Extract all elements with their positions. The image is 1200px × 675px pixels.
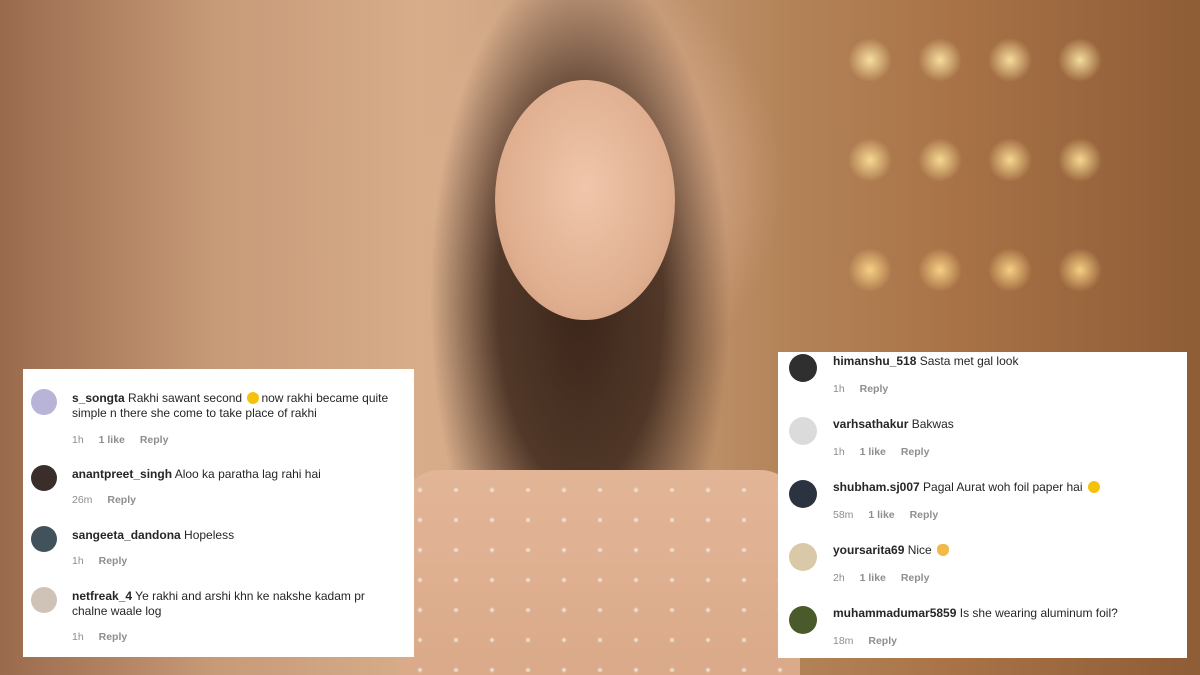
comment-body: Bakwas xyxy=(911,417,954,431)
comment-username[interactable]: himanshu_518 xyxy=(833,354,916,368)
comment-text: yoursarita69 Nice xyxy=(833,543,1165,558)
comment-text: netfreak_4 Ye rakhi and arshi khn ke nak… xyxy=(72,589,392,619)
reply-button[interactable]: Reply xyxy=(868,635,897,647)
reply-button[interactable]: Reply xyxy=(99,555,128,567)
comment-text: himanshu_518 Sasta met gal look xyxy=(833,354,1165,369)
comment-time: 1h xyxy=(72,555,84,567)
avatar[interactable] xyxy=(789,606,817,634)
reply-button[interactable]: Reply xyxy=(140,434,169,446)
comment-meta: 1h 1 like Reply xyxy=(72,434,180,446)
comment-meta: 18m Reply xyxy=(833,635,909,647)
comment-time: 2h xyxy=(833,572,845,584)
comment-meta: 26m Reply xyxy=(72,494,148,506)
comment-username[interactable]: sangeeta_dandona xyxy=(72,528,181,542)
comment-body: Rakhi sawant second xyxy=(128,391,246,405)
reply-button[interactable]: Reply xyxy=(860,383,889,395)
comment-username[interactable]: varhsathakur xyxy=(833,417,908,431)
comment-meta: 1h Reply xyxy=(72,631,139,643)
comment-time: 1h xyxy=(72,631,84,643)
reply-button[interactable]: Reply xyxy=(901,446,930,458)
comment-username[interactable]: s_songta xyxy=(72,391,125,405)
laughing-face-icon xyxy=(247,392,260,404)
bokeh-lights xyxy=(830,20,1160,360)
comment-text: muhammadumar5859 Is she wearing aluminum… xyxy=(833,606,1165,621)
comment-meta: 2h 1 like Reply xyxy=(833,572,941,584)
avatar[interactable] xyxy=(789,354,817,382)
comment-time: 1h xyxy=(833,446,845,458)
comment-username[interactable]: muhammadumar5859 xyxy=(833,606,956,620)
comment-text: varhsathakur Bakwas xyxy=(833,417,1165,432)
comment-likes[interactable]: 1 like xyxy=(860,446,886,458)
comment-likes[interactable]: 1 like xyxy=(99,434,125,446)
laughing-face-icon xyxy=(1087,481,1100,493)
comment-username[interactable]: shubham.sj007 xyxy=(833,480,920,494)
avatar[interactable] xyxy=(31,526,57,552)
comment-time: 1h xyxy=(833,383,845,395)
comment-text: sangeeta_dandona Hopeless xyxy=(72,528,392,543)
comment-time: 1h xyxy=(72,434,84,446)
avatar[interactable] xyxy=(31,465,57,491)
comment-username[interactable]: yoursarita69 xyxy=(833,543,904,557)
reply-button[interactable]: Reply xyxy=(901,572,930,584)
comment-text: s_songta Rakhi sawant second now rakhi b… xyxy=(72,391,392,421)
comment-text: anantpreet_singh Aloo ka paratha lag rah… xyxy=(72,467,392,482)
avatar[interactable] xyxy=(31,587,57,613)
comment-body: Sasta met gal look xyxy=(919,354,1019,368)
face xyxy=(495,80,675,320)
comment-body: Nice xyxy=(907,543,932,557)
comment-meta: 58m 1 like Reply xyxy=(833,509,950,521)
comment-time: 18m xyxy=(833,635,854,647)
comment-body: Aloo ka paratha lag rahi hai xyxy=(174,467,321,481)
sequin-dress xyxy=(400,470,800,675)
comment-text: shubham.sj007 Pagal Aurat woh foil paper… xyxy=(833,480,1165,495)
comment-likes[interactable]: 1 like xyxy=(860,572,886,584)
avatar[interactable] xyxy=(31,389,57,415)
comment-meta: 1h Reply xyxy=(833,383,900,395)
comment-time: 58m xyxy=(833,509,854,521)
ok-hand-icon xyxy=(937,544,950,556)
comment-meta: 1h Reply xyxy=(72,555,139,567)
comment-body: Is she wearing aluminum foil? xyxy=(959,606,1118,620)
comments-panel-left: s_songta Rakhi sawant second now rakhi b… xyxy=(23,369,414,657)
comment-body: Hopeless xyxy=(184,528,235,542)
comment-likes[interactable]: 1 like xyxy=(868,509,894,521)
avatar[interactable] xyxy=(789,543,817,571)
comments-panel-right: himanshu_518 Sasta met gal look 1h Reply… xyxy=(778,352,1187,658)
comment-username[interactable]: anantpreet_singh xyxy=(72,467,172,481)
reply-button[interactable]: Reply xyxy=(99,631,128,643)
comment-time: 26m xyxy=(72,494,93,506)
comment-body: Pagal Aurat woh foil paper hai xyxy=(923,480,1083,494)
avatar[interactable] xyxy=(789,480,817,508)
reply-button[interactable]: Reply xyxy=(910,509,939,521)
comment-username[interactable]: netfreak_4 xyxy=(72,589,132,603)
reply-button[interactable]: Reply xyxy=(107,494,136,506)
comment-meta: 1h 1 like Reply xyxy=(833,446,941,458)
avatar[interactable] xyxy=(789,417,817,445)
